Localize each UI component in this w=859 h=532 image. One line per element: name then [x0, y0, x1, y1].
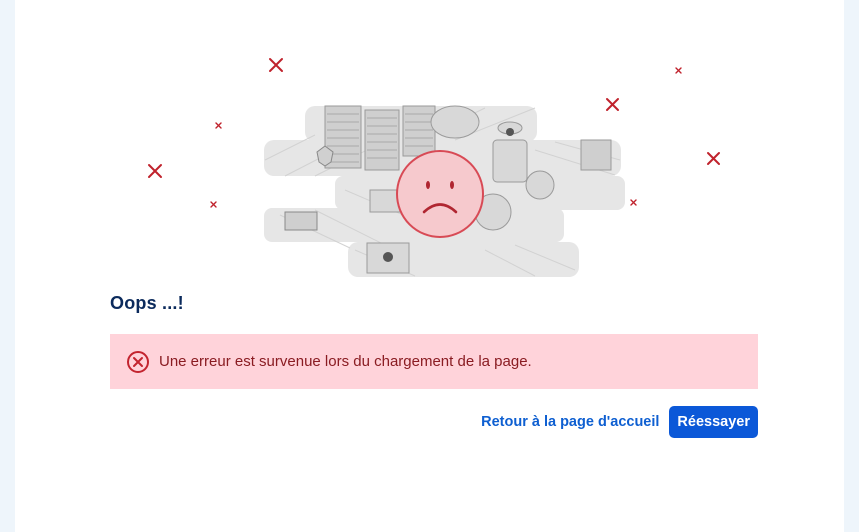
error-illustration	[15, 0, 844, 290]
sad-face-icon	[396, 150, 484, 238]
error-actions: Retour à la page d'accueil Réessayer	[481, 406, 758, 438]
error-alert: Une erreur est survenue lors du chargeme…	[110, 334, 758, 389]
error-circle-x-icon	[126, 350, 150, 374]
error-page: Oops ...! Une erreur est survenue lors d…	[15, 0, 844, 532]
isometric-city-illustration	[148, 58, 720, 277]
error-message: Une erreur est survenue lors du chargeme…	[159, 353, 532, 370]
page-title: Oops ...!	[110, 293, 184, 313]
home-link[interactable]: Retour à la page d'accueil	[481, 414, 659, 430]
retry-button[interactable]: Réessayer	[669, 406, 758, 438]
